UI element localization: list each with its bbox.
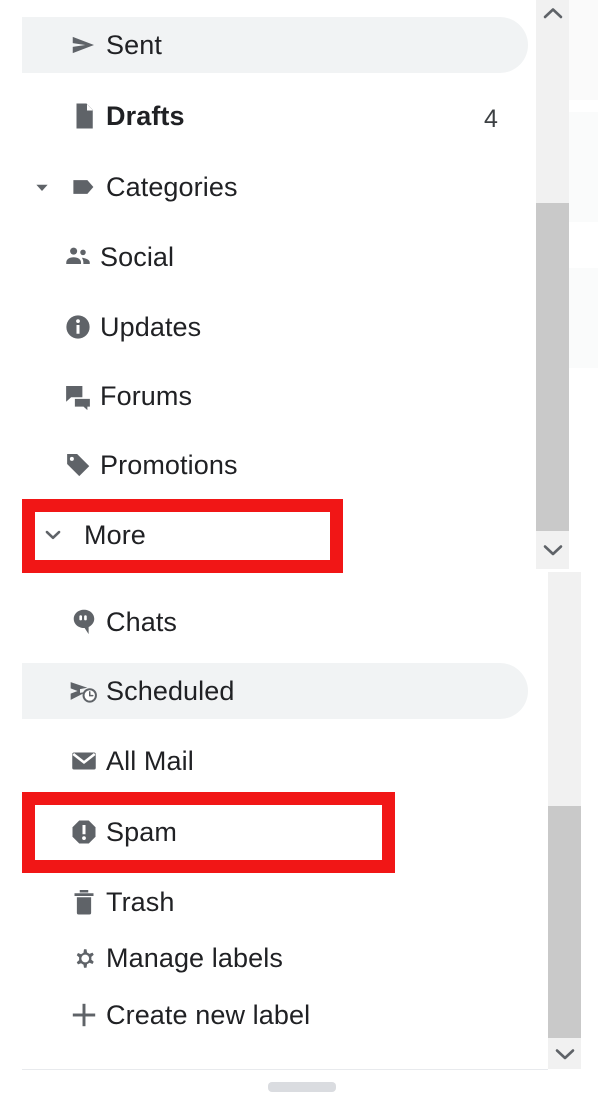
sidebar-item-drafts[interactable]: Drafts 4 (22, 88, 528, 144)
sidebar-item-label: Categories (106, 171, 238, 202)
sidebar-item-label: Chats (106, 606, 178, 637)
panel-edge-top (568, 0, 598, 100)
people-group-icon (56, 242, 100, 272)
outer-scrollbar-down-button[interactable] (548, 1038, 581, 1069)
panel-edge-mid (568, 112, 598, 222)
gmail-sidebar-panel: Sent Drafts 4 Categories Social Updates … (0, 0, 598, 1094)
sidebar-item-label: All Mail (106, 745, 194, 776)
sidebar-item-promotions[interactable]: Promotions (22, 437, 528, 493)
panel-bottom-divider (22, 1069, 548, 1070)
gear-icon (62, 943, 106, 973)
chevron-down-icon[interactable] (22, 522, 84, 548)
drafts-unread-count: 4 (484, 105, 498, 133)
sidebar-item-label: Create new label (106, 999, 311, 1030)
sidebar-item-label: Updates (100, 311, 202, 342)
outer-scrollbar-thumb[interactable] (548, 806, 581, 1038)
price-tag-icon (56, 450, 100, 480)
inner-scrollbar-up-button[interactable] (536, 0, 569, 26)
panel-edge-lower (568, 268, 598, 368)
chat-bubble-icon (62, 607, 106, 637)
chevron-down-icon (543, 545, 562, 556)
sidebar-item-scheduled[interactable]: Scheduled (22, 663, 528, 719)
sidebar-item-spam[interactable]: Spam (22, 804, 392, 860)
sidebar-item-label: Sent (106, 29, 162, 60)
sidebar-item-label: Manage labels (106, 942, 283, 973)
plus-icon (62, 999, 106, 1031)
sidebar-item-all-mail[interactable]: All Mail (22, 733, 528, 789)
trash-bin-icon (62, 887, 106, 917)
sidebar-item-label: More (84, 519, 146, 550)
sidebar-item-manage-labels[interactable]: Manage labels (22, 930, 528, 986)
chevron-up-icon (543, 8, 562, 19)
sidebar-item-label: Promotions (100, 449, 238, 480)
sidebar-item-label: Social (100, 241, 175, 272)
caret-down-icon[interactable] (22, 178, 62, 196)
inner-scrollbar-down-button[interactable] (536, 531, 569, 569)
sidebar-item-updates[interactable]: Updates (22, 299, 528, 355)
spam-exclamation-icon (62, 817, 106, 847)
sidebar-item-label: Scheduled (106, 675, 235, 706)
scheduled-send-icon (62, 675, 106, 707)
forum-chat-icon (56, 381, 100, 411)
inner-scrollbar-thumb[interactable] (536, 203, 569, 531)
draft-document-icon (62, 101, 106, 131)
info-circle-icon (56, 312, 100, 342)
chevron-down-icon (555, 1048, 574, 1059)
sidebar-item-forums[interactable]: Forums (22, 368, 528, 424)
horizontal-scrollbar-thumb[interactable] (268, 1082, 336, 1092)
sidebar-item-more[interactable]: More (22, 507, 342, 563)
sidebar-item-create-new-label[interactable]: Create new label (22, 987, 528, 1043)
sidebar-item-trash[interactable]: Trash (22, 874, 528, 930)
send-icon (62, 30, 106, 60)
sidebar-item-label: Forums (100, 380, 193, 411)
label-tag-icon (62, 172, 106, 202)
sidebar-item-social[interactable]: Social (22, 229, 528, 285)
sidebar-item-label: Drafts (106, 100, 185, 131)
sidebar-item-label: Spam (106, 816, 177, 847)
sidebar-item-sent[interactable]: Sent (22, 17, 528, 73)
sidebar-item-categories[interactable]: Categories (22, 159, 528, 215)
sidebar-item-label: Trash (106, 886, 175, 917)
sidebar-item-chats[interactable]: Chats (22, 594, 528, 650)
envelope-icon (62, 746, 106, 776)
